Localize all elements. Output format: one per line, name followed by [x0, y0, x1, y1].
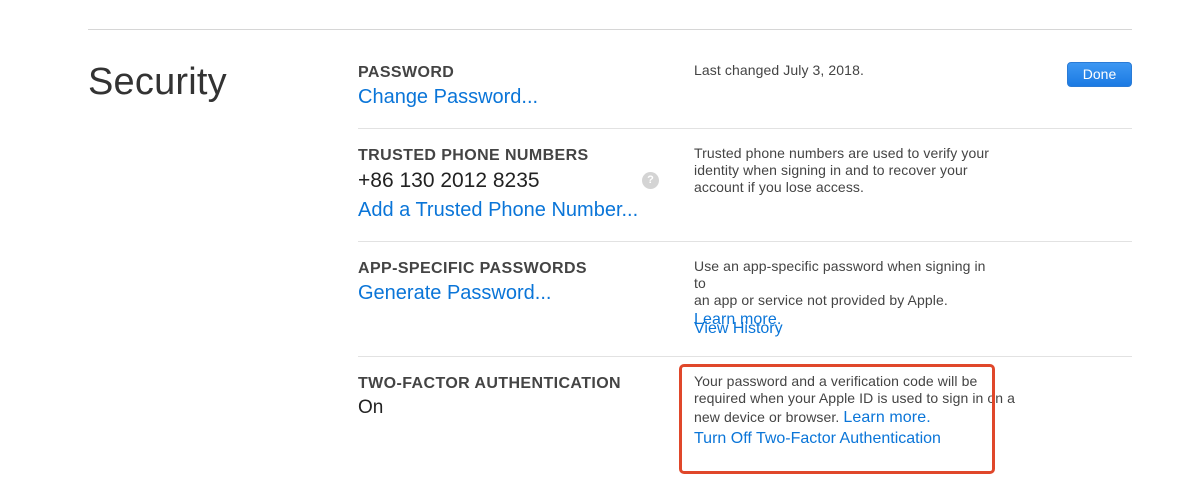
description-line: account if you lose access.: [694, 179, 865, 195]
highlight-annotation-box: [679, 364, 995, 474]
trusted-phones-label: TRUSTED PHONE NUMBERS: [358, 147, 589, 164]
two-factor-label: TWO-FACTOR AUTHENTICATION: [358, 375, 622, 392]
row-divider: [358, 128, 1132, 129]
app-passwords-label: APP-SPECIFIC PASSWORDS: [358, 260, 587, 277]
description-line: an app or service not provided by Apple.: [694, 292, 948, 308]
section-title: Security: [88, 61, 227, 103]
row-divider: [358, 356, 1132, 357]
help-icon[interactable]: ?: [642, 172, 659, 189]
top-divider: [88, 29, 1132, 30]
change-password-link[interactable]: Change Password...: [358, 86, 538, 109]
description-line: Trusted phone numbers are used to verify…: [694, 145, 990, 161]
row-divider: [358, 241, 1132, 242]
trusted-phone-number: +86 130 2012 8235: [358, 169, 540, 192]
done-button[interactable]: Done: [1067, 62, 1132, 87]
generate-password-link[interactable]: Generate Password...: [358, 282, 551, 305]
description-line: identity when signing in and to recover …: [694, 162, 968, 178]
trusted-phones-description: Trusted phone numbers are used to verify…: [694, 145, 994, 196]
password-label: PASSWORD: [358, 64, 455, 81]
description-line: Use an app-specific password when signin…: [694, 258, 986, 291]
app-passwords-description: Use an app-specific password when signin…: [694, 258, 994, 328]
view-history-link[interactable]: View History: [694, 320, 783, 338]
add-trusted-phone-link[interactable]: Add a Trusted Phone Number...: [358, 199, 638, 222]
two-factor-status: On: [358, 397, 384, 418]
password-last-changed: Last changed July 3, 2018.: [694, 62, 864, 78]
